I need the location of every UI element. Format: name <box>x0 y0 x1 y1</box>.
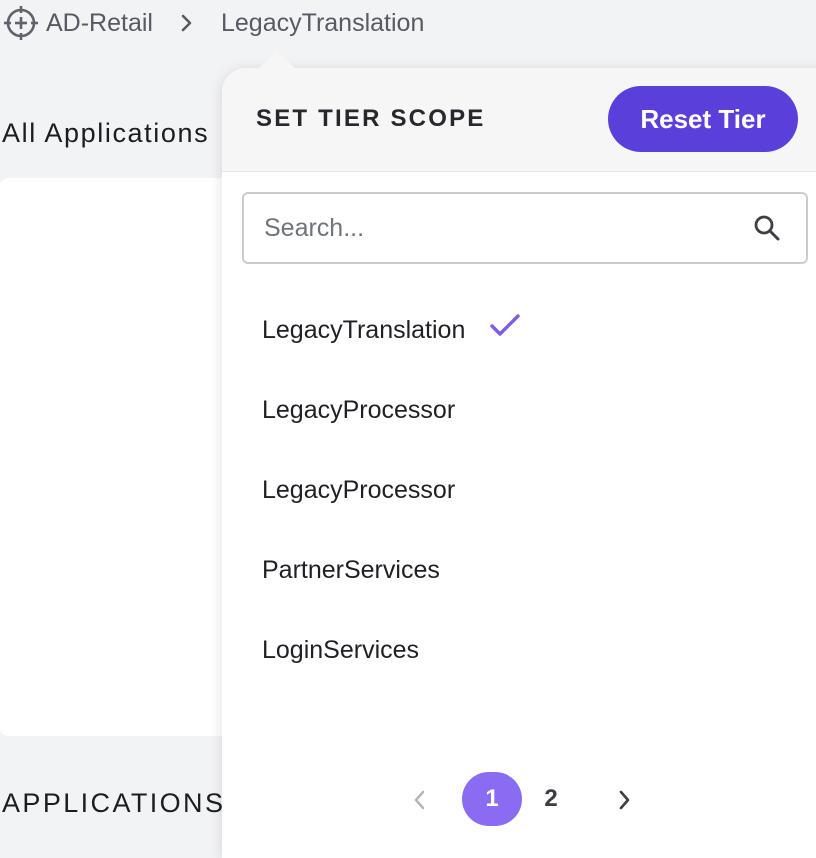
reset-tier-button[interactable]: Reset Tier <box>608 86 798 152</box>
tier-item-partnerservices[interactable]: PartnerServices <box>222 530 816 610</box>
tier-item-label: LegacyTranslation <box>262 315 466 344</box>
tier-list: LegacyTranslation LegacyProcessor Legacy… <box>222 290 816 690</box>
tier-item-legacyprocessor[interactable]: LegacyProcessor <box>222 450 816 530</box>
popover-header: SET TIER SCOPE Reset Tier <box>222 68 816 172</box>
breadcrumb-app-link[interactable]: AD-Retail <box>46 9 153 38</box>
tier-item-legacytranslation[interactable]: LegacyTranslation <box>222 290 816 370</box>
chevron-left-icon[interactable] <box>406 786 434 814</box>
applications-card <box>0 178 260 736</box>
tier-item-loginservices[interactable]: LoginServices <box>222 610 816 690</box>
search-input[interactable] <box>264 208 752 248</box>
tier-item-label: LoginServices <box>262 635 420 664</box>
section-heading: APPLICATIONS <box>2 788 226 818</box>
search-field <box>242 192 808 264</box>
chevron-right-icon <box>177 13 197 33</box>
tier-item-label: LegacyProcessor <box>262 475 456 504</box>
crosshair-icon <box>2 4 40 42</box>
page-button-2[interactable]: 2 <box>521 772 581 826</box>
search-icon[interactable] <box>752 213 782 243</box>
check-icon <box>489 311 523 341</box>
popover-title: SET TIER SCOPE <box>256 105 486 132</box>
popover-arrow <box>258 51 296 69</box>
tier-item-label: PartnerServices <box>262 555 440 584</box>
breadcrumb-tier-link[interactable]: LegacyTranslation <box>221 9 424 38</box>
chevron-right-icon[interactable] <box>610 786 638 814</box>
page-button-1[interactable]: 1 <box>462 772 522 826</box>
tier-scope-popover: SET TIER SCOPE Reset Tier LegacyTranslat… <box>222 68 816 858</box>
breadcrumb: AD-Retail LegacyTranslation <box>0 0 424 46</box>
tier-item-legacyprocessor[interactable]: LegacyProcessor <box>222 370 816 450</box>
pagination: 1 2 <box>222 772 816 828</box>
tier-item-label: LegacyProcessor <box>262 395 456 424</box>
page-title: All Applications <box>2 118 210 148</box>
